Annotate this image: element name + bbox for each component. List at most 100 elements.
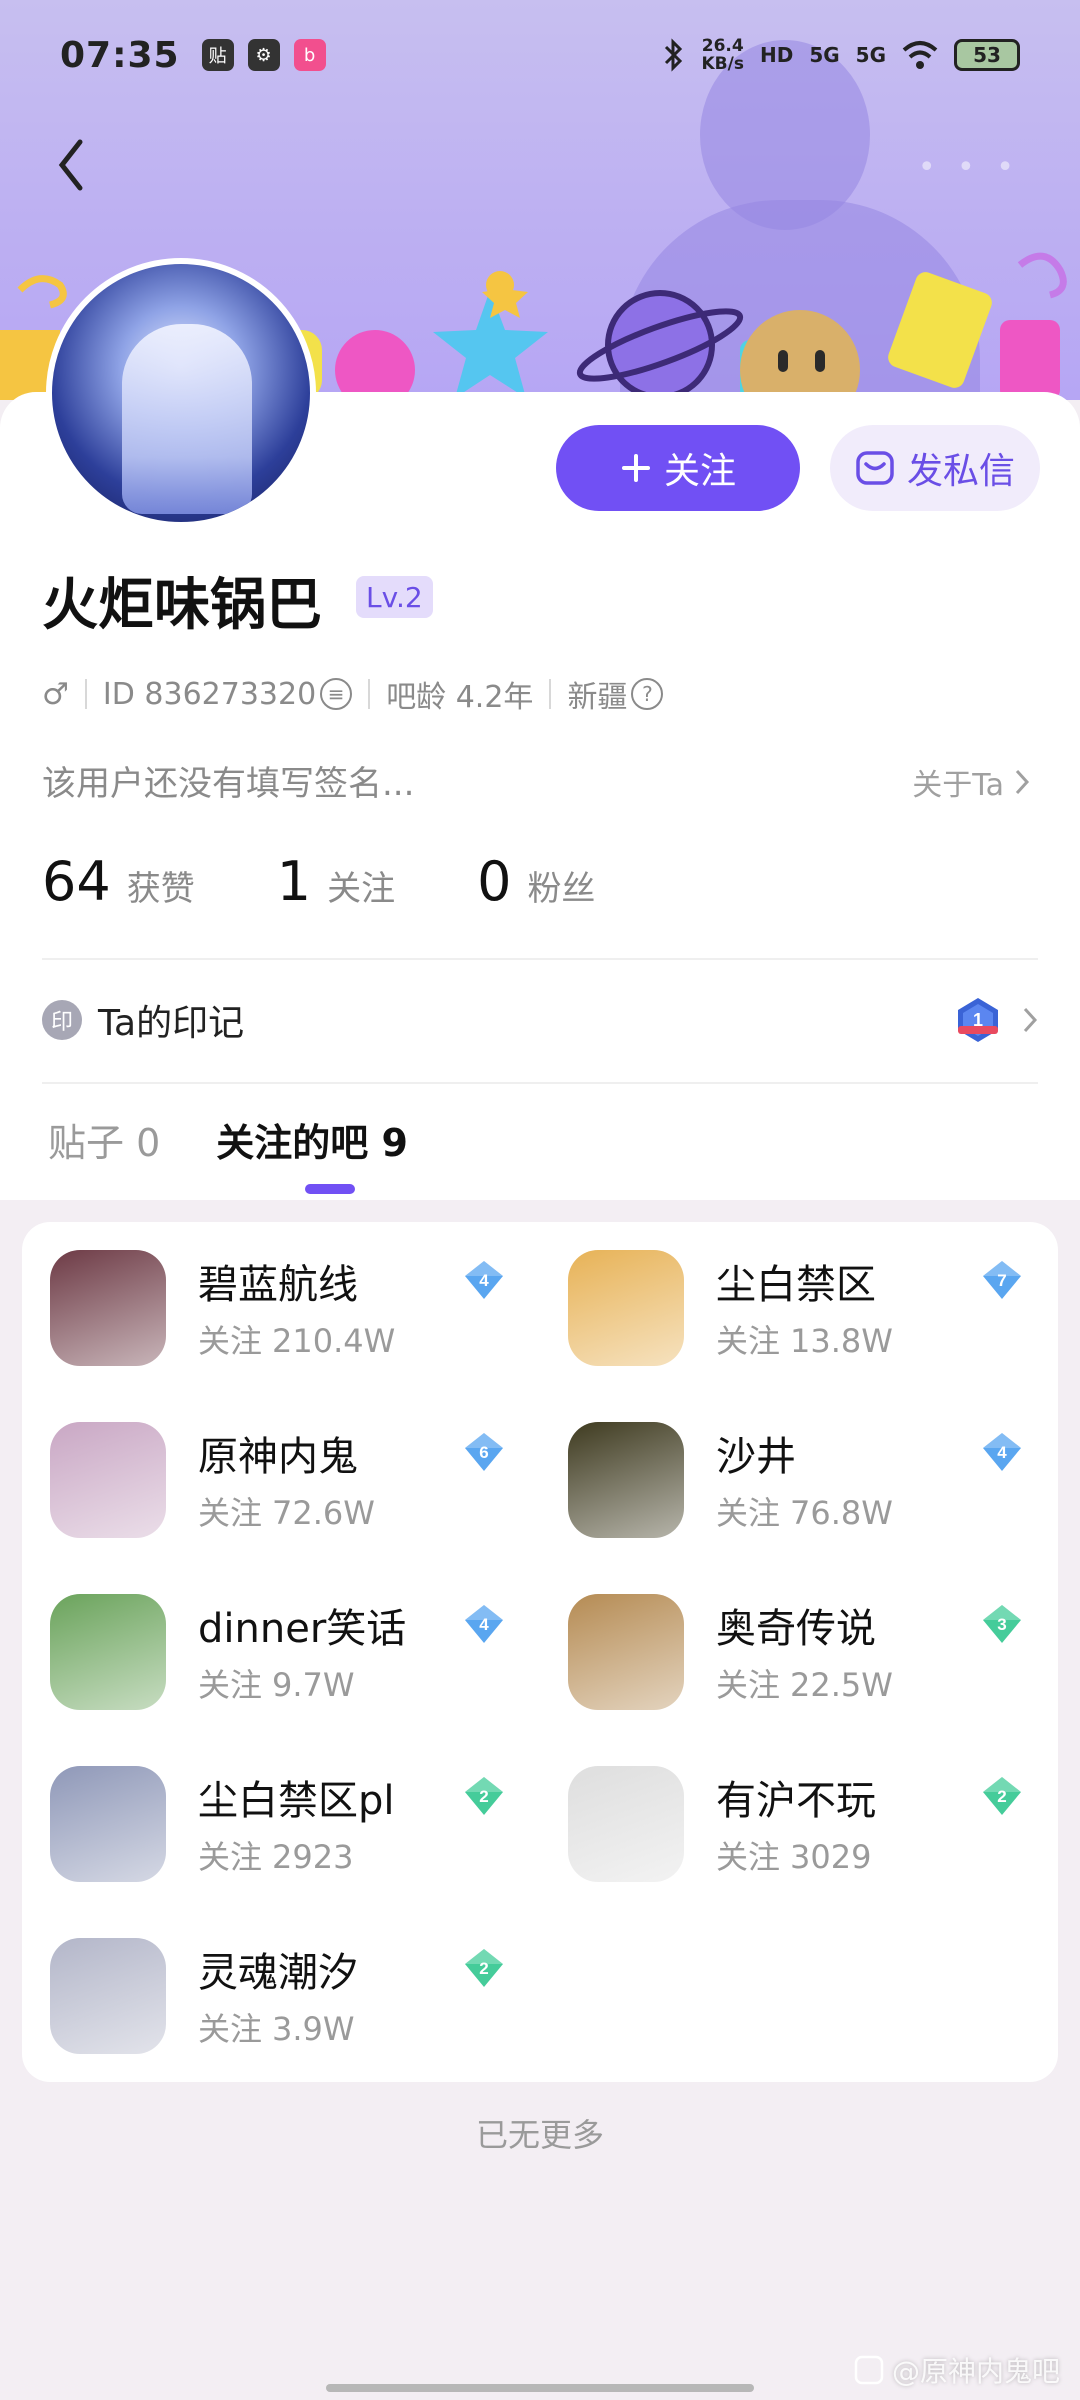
back-button[interactable] xyxy=(46,130,96,200)
home-indicator[interactable] xyxy=(326,2384,754,2392)
stat-label: 获赞 xyxy=(126,869,195,909)
forum-avatar xyxy=(50,1594,166,1710)
user-level-badge[interactable]: Lv.2 xyxy=(356,576,433,618)
region-help-icon[interactable]: ? xyxy=(631,678,664,710)
meta-divider xyxy=(84,679,87,709)
forum-followers: 关注 3029 xyxy=(716,1832,871,1878)
wifi-icon xyxy=(902,41,938,69)
forum-avatar xyxy=(50,1938,166,2054)
forum-level-diamond-icon: 2 xyxy=(465,1949,503,1987)
about-ta-link[interactable]: 关于Ta xyxy=(912,760,1030,804)
meta-divider xyxy=(368,679,371,709)
forum-item[interactable]: 灵魂潮汐关注 3.9W 2 xyxy=(22,1910,522,2054)
forum-name: dinner笑话 xyxy=(198,1606,407,1652)
svg-text:7: 7 xyxy=(997,1271,1006,1290)
forum-followers: 关注 76.8W xyxy=(716,1488,893,1534)
stat-following[interactable]: 1 关注 xyxy=(277,850,395,913)
stat-label: 关注 xyxy=(327,869,396,909)
followers-label: 关注 xyxy=(716,1494,781,1532)
copy-id-icon[interactable]: ≡ xyxy=(320,678,353,710)
marks-right: 1 xyxy=(954,996,1038,1044)
about-ta-label: 关于Ta xyxy=(912,768,1004,803)
tab-posts[interactable]: 贴子 0 xyxy=(48,1112,160,1167)
follow-button[interactable]: 关注 xyxy=(556,425,800,511)
net-speed: 26.4 KB/s xyxy=(701,36,744,74)
followers-count: 210.4W xyxy=(272,1322,396,1360)
forum-item[interactable]: 尘白禁区pl 关注 2923 2 xyxy=(22,1738,522,1882)
svg-text:2: 2 xyxy=(479,1959,488,1978)
followers-count: 22.5W xyxy=(790,1666,893,1704)
forum-name: 原神内鬼 xyxy=(198,1434,358,1480)
signal-5g-icon-2: 5G xyxy=(855,43,886,67)
user-stats: 64 获赞 1 关注 0 粉丝 xyxy=(42,850,677,913)
marks-label: Ta的印记 xyxy=(98,1003,245,1044)
chevron-right-icon xyxy=(1023,1007,1038,1033)
followers-count: 72.6W xyxy=(272,1494,375,1532)
forum-item[interactable]: 原神内鬼关注 72.6W 6 xyxy=(22,1394,522,1538)
user-marks-row[interactable]: 印 Ta的印记 1 xyxy=(42,990,1038,1050)
forum-avatar xyxy=(50,1422,166,1538)
status-notification-icons: 贴 ⚙ b xyxy=(201,39,326,71)
user-avatar[interactable] xyxy=(46,258,316,528)
forum-level-diamond-icon: 2 xyxy=(983,1777,1021,1815)
section-divider xyxy=(42,958,1038,960)
meta-divider xyxy=(549,679,552,709)
username: 火炬味锅巴 xyxy=(42,573,322,638)
forum-name: 灵魂潮汐 xyxy=(198,1950,358,1996)
forum-avatar xyxy=(568,1766,684,1882)
forum-followers: 关注 22.5W xyxy=(716,1660,893,1706)
followers-count: 9.7W xyxy=(272,1666,355,1704)
user-bio: 该用户还没有填写签名... xyxy=(42,764,415,804)
watermark-text: @原神内鬼吧 xyxy=(891,2355,1060,2388)
forum-item[interactable]: 沙井 关注 76.8W 4 xyxy=(540,1394,1040,1538)
more-options-icon[interactable]: • • • xyxy=(918,150,1020,185)
signal-5g-icon: 5G xyxy=(809,43,840,67)
followers-label: 关注 xyxy=(198,2010,263,2048)
end-of-list-text: 已无更多 xyxy=(475,2116,604,2154)
forum-level-diamond-icon: 4 xyxy=(465,1605,503,1643)
forum-level-diamond-icon: 7 xyxy=(983,1261,1021,1299)
svg-text:2: 2 xyxy=(997,1787,1006,1806)
forum-item[interactable]: dinner笑话 关注 9.7W 4 xyxy=(22,1566,522,1710)
watermark: @原神内鬼吧 xyxy=(854,2350,1060,2390)
message-button-label: 发私信 xyxy=(906,451,1015,492)
followers-label: 关注 xyxy=(716,1666,781,1704)
svg-text:3: 3 xyxy=(997,1615,1006,1634)
private-message-button[interactable]: 发私信 xyxy=(830,425,1040,511)
user-id[interactable]: ID 836273320 xyxy=(103,677,316,712)
svg-text:4: 4 xyxy=(479,1615,489,1634)
forum-item[interactable]: 有沪不玩 关注 3029 2 xyxy=(540,1738,1040,1882)
forum-item[interactable]: 碧蓝航线 关注 210.4W 4 xyxy=(22,1222,522,1366)
forum-level-diamond-icon: 4 xyxy=(465,1261,503,1299)
forum-avatar xyxy=(568,1250,684,1366)
stat-likes[interactable]: 64 获赞 xyxy=(42,850,195,913)
avatar-figure xyxy=(122,324,252,514)
followers-count: 3029 xyxy=(790,1838,872,1876)
envelope-icon xyxy=(856,451,894,485)
forum-followers: 关注 3.9W xyxy=(198,2004,355,2050)
chevron-right-icon xyxy=(1015,769,1030,795)
svg-text:1: 1 xyxy=(973,1010,983,1030)
follow-button-label: 关注 xyxy=(663,451,736,492)
active-tab-indicator xyxy=(305,1184,355,1194)
forum-item[interactable]: 尘白禁区 关注 13.8W 7 xyxy=(540,1222,1040,1366)
stat-label: 粉丝 xyxy=(527,869,596,909)
plus-icon xyxy=(621,454,650,482)
user-region: 新疆 xyxy=(567,680,628,715)
back-arrow-icon xyxy=(58,139,83,191)
mark-seal-icon: 印 xyxy=(42,1000,82,1040)
forum-item[interactable]: 奥奇传说 关注 22.5W 3 xyxy=(540,1566,1040,1710)
stat-number: 64 xyxy=(42,850,111,913)
svg-text:6: 6 xyxy=(479,1443,488,1462)
medal-badge-icon: 1 xyxy=(958,998,998,1042)
forum-avatar xyxy=(568,1594,684,1710)
forum-name: 碧蓝航线 xyxy=(198,1262,358,1308)
forum-followers: 关注 72.6W xyxy=(198,1488,375,1534)
stat-fans[interactable]: 0 粉丝 xyxy=(477,850,595,913)
followers-label: 关注 xyxy=(716,1838,781,1876)
forum-name: 尘白禁区pl xyxy=(198,1778,395,1824)
bluetooth-icon xyxy=(664,38,682,72)
tab-followed-forums[interactable]: 关注的吧 9 xyxy=(216,1112,408,1167)
forum-name: 沙井 xyxy=(716,1434,796,1480)
followers-label: 关注 xyxy=(716,1322,781,1360)
